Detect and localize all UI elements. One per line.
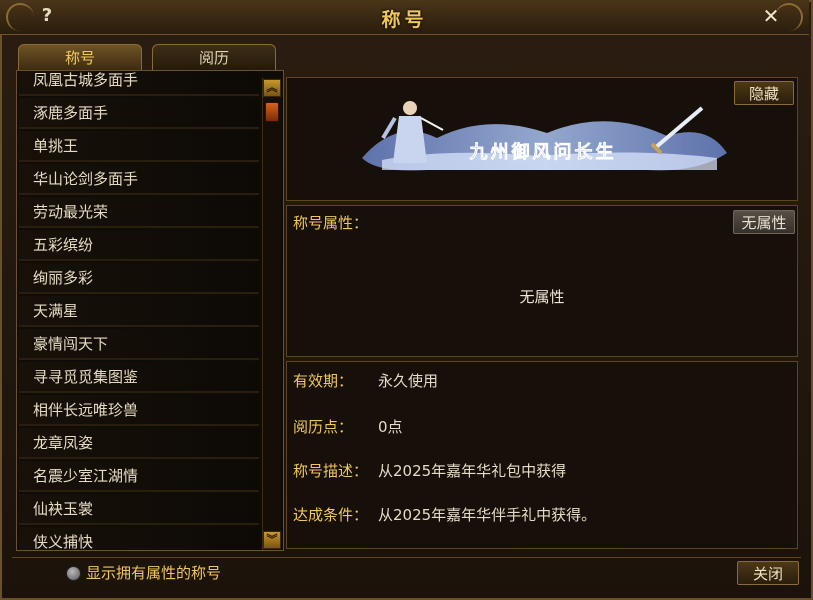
validity-value: 永久使用	[378, 372, 439, 390]
list-item[interactable]: 五彩缤纷	[19, 230, 259, 261]
list-item[interactable]: 侠义捕快	[19, 527, 259, 550]
scroll-up-icon[interactable]: ︽	[263, 79, 281, 97]
description-label: 称号描述：	[293, 462, 369, 480]
radio-icon[interactable]	[66, 566, 81, 581]
banner-panel: 九州御风问长生	[286, 77, 798, 201]
list-item[interactable]: 豪情闯天下	[19, 329, 259, 360]
attribute-content: 无属性	[519, 288, 565, 306]
validity-label: 有效期：	[293, 372, 354, 390]
hide-button[interactable]: 隐藏	[734, 81, 794, 105]
list-item[interactable]: 绚丽多彩	[19, 263, 259, 294]
titlebar: ? 称号 ✕	[0, 0, 809, 35]
title-banner: 九州御风问长生	[362, 101, 727, 171]
close-icon[interactable]: ✕	[759, 5, 783, 27]
window-title: 称号	[381, 9, 428, 31]
scroll-thumb[interactable]	[265, 102, 279, 122]
tab-experience[interactable]: 阅历	[152, 44, 276, 70]
banner-text: 九州御风问长生	[469, 141, 617, 163]
close-button[interactable]: 关闭	[737, 561, 799, 585]
list-item[interactable]: 劳动最光荣	[19, 197, 259, 228]
description-value: 从2025年嘉年华礼包中获得	[378, 462, 567, 480]
points-value: 0点	[378, 418, 403, 436]
list-item[interactable]: 寻寻觅觅集图鉴	[19, 362, 259, 393]
attribute-heading: 称号属性：	[293, 214, 369, 232]
list-item[interactable]: 涿鹿多面手	[19, 98, 259, 129]
points-label: 阅历点：	[293, 418, 354, 436]
no-attribute-button[interactable]: 无属性	[733, 210, 795, 234]
list-item[interactable]: 华山论剑多面手	[19, 164, 259, 195]
list-item[interactable]: 仙袂玉裳	[19, 494, 259, 525]
list-item[interactable]: 天满星	[19, 296, 259, 327]
list-scrollbar[interactable]	[262, 78, 281, 550]
list-item[interactable]: 单挑王	[19, 131, 259, 162]
tab-title[interactable]: 称号	[18, 44, 142, 70]
list-item[interactable]: 龙章凤姿	[19, 428, 259, 459]
condition-value: 从2025年嘉年华伴手礼中获得。	[378, 506, 597, 524]
attribute-panel: 称号属性： 无属性	[286, 205, 798, 357]
scroll-down-icon[interactable]: ︾	[263, 531, 281, 549]
condition-label: 达成条件：	[293, 506, 369, 524]
list-item[interactable]: 凤凰古城多面手	[19, 71, 259, 96]
title-list: 凤凰古城多面手 涿鹿多面手 单挑王 华山论剑多面手 劳动最光荣 五彩缤纷 绚丽多…	[16, 70, 284, 551]
detail-panel: 有效期： 永久使用 阅历点： 0点 称号描述： 从2025年嘉年华礼包中获得 达…	[286, 361, 798, 549]
list-item[interactable]: 名震少室江湖情	[19, 461, 259, 492]
list-item[interactable]: 相伴长远唯珍兽	[19, 395, 259, 426]
show-attribute-titles-label[interactable]: 显示拥有属性的称号	[86, 562, 221, 583]
